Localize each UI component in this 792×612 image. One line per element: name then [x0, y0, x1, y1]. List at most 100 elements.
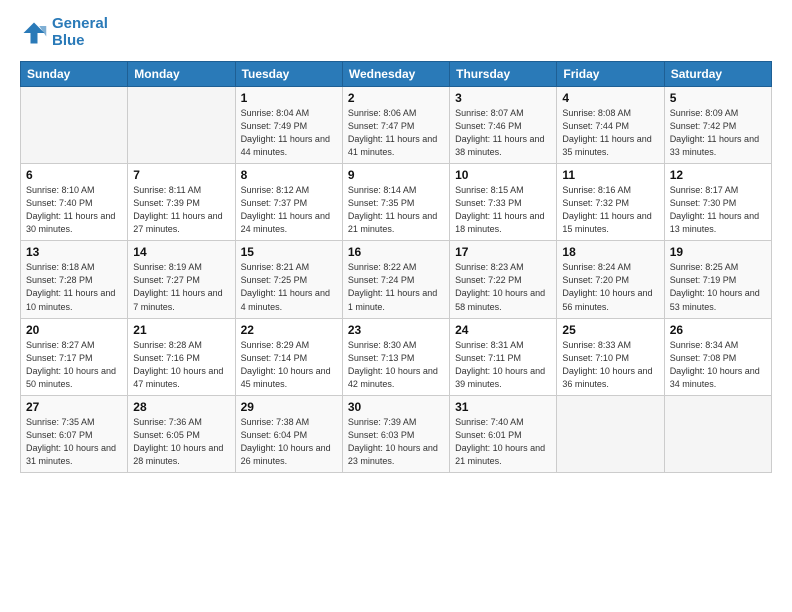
- calendar-cell: 28 Sunrise: 7:36 AM Sunset: 6:05 PM Dayli…: [128, 395, 235, 472]
- day-number: 4: [562, 91, 658, 105]
- calendar-cell: 24Sunrise: 8:31 AM Sunset: 7:11 PM Dayli…: [450, 318, 557, 395]
- day-number: 30: [348, 400, 444, 414]
- generalblue-logo-icon: [20, 19, 48, 47]
- week-row-1: 6 Sunrise: 8:10 AM Sunset: 7:40 PM Daylig…: [21, 164, 772, 241]
- calendar-cell: 15 Sunrise: 8:21 AM Sunset: 7:25 PM Dayli…: [235, 241, 342, 318]
- day-info: Sunrise: 8:21 AM Sunset: 7:25 PM Dayligh…: [241, 261, 337, 313]
- day-info: Sunrise: 8:14 AM Sunset: 7:35 PM Dayligh…: [348, 184, 444, 236]
- calendar-cell: 27 Sunrise: 7:35 AM Sunset: 6:07 PM Dayli…: [21, 395, 128, 472]
- calendar-cell: 2 Sunrise: 8:06 AM Sunset: 7:47 PM Daylig…: [342, 87, 449, 164]
- day-number: 21: [133, 323, 229, 337]
- day-number: 3: [455, 91, 551, 105]
- calendar-cell: [664, 395, 771, 472]
- day-number: 31: [455, 400, 551, 414]
- weekday-header-monday: Monday: [128, 62, 235, 87]
- day-info: Sunrise: 8:16 AM Sunset: 7:32 PM Dayligh…: [562, 184, 658, 236]
- weekday-header-tuesday: Tuesday: [235, 62, 342, 87]
- calendar-cell: 11 Sunrise: 8:16 AM Sunset: 7:32 PM Dayli…: [557, 164, 664, 241]
- calendar-table: SundayMondayTuesdayWednesdayThursdayFrid…: [20, 61, 772, 473]
- day-info: Sunrise: 7:36 AM Sunset: 6:05 PM Dayligh…: [133, 416, 229, 468]
- day-number: 8: [241, 168, 337, 182]
- day-info: Sunrise: 8:25 AM Sunset: 7:19 PM Dayligh…: [670, 261, 766, 313]
- calendar-cell: 20 Sunrise: 8:27 AM Sunset: 7:17 PM Dayli…: [21, 318, 128, 395]
- day-info: Sunrise: 8:28 AM Sunset: 7:16 PM Dayligh…: [133, 339, 229, 391]
- calendar-cell: [21, 87, 128, 164]
- day-info: Sunrise: 8:33 AM Sunset: 7:10 PM Dayligh…: [562, 339, 658, 391]
- day-number: 26: [670, 323, 766, 337]
- day-number: 28: [133, 400, 229, 414]
- calendar-cell: 21 Sunrise: 8:28 AM Sunset: 7:16 PM Dayli…: [128, 318, 235, 395]
- week-row-2: 13 Sunrise: 8:18 AM Sunset: 7:28 PM Dayli…: [21, 241, 772, 318]
- day-number: 16: [348, 245, 444, 259]
- day-number: 15: [241, 245, 337, 259]
- day-number: 29: [241, 400, 337, 414]
- day-number: 2: [348, 91, 444, 105]
- calendar-cell: 16Sunrise: 8:22 AM Sunset: 7:24 PM Dayli…: [342, 241, 449, 318]
- calendar-cell: 14 Sunrise: 8:19 AM Sunset: 7:27 PM Dayli…: [128, 241, 235, 318]
- day-info: Sunrise: 8:30 AM Sunset: 7:13 PM Dayligh…: [348, 339, 444, 391]
- calendar-cell: 19 Sunrise: 8:25 AM Sunset: 7:19 PM Dayli…: [664, 241, 771, 318]
- day-info: Sunrise: 8:06 AM Sunset: 7:47 PM Dayligh…: [348, 107, 444, 159]
- calendar-cell: 5Sunrise: 8:09 AM Sunset: 7:42 PM Daylig…: [664, 87, 771, 164]
- calendar-cell: [557, 395, 664, 472]
- day-number: 22: [241, 323, 337, 337]
- calendar-cell: 1Sunrise: 8:04 AM Sunset: 7:49 PM Daylig…: [235, 87, 342, 164]
- day-info: Sunrise: 8:08 AM Sunset: 7:44 PM Dayligh…: [562, 107, 658, 159]
- day-number: 27: [26, 400, 122, 414]
- day-number: 11: [562, 168, 658, 182]
- weekday-header-wednesday: Wednesday: [342, 62, 449, 87]
- day-number: 7: [133, 168, 229, 182]
- day-number: 10: [455, 168, 551, 182]
- week-row-0: 1Sunrise: 8:04 AM Sunset: 7:49 PM Daylig…: [21, 87, 772, 164]
- day-info: Sunrise: 8:19 AM Sunset: 7:27 PM Dayligh…: [133, 261, 229, 313]
- day-info: Sunrise: 7:39 AM Sunset: 6:03 PM Dayligh…: [348, 416, 444, 468]
- calendar-cell: 3 Sunrise: 8:07 AM Sunset: 7:46 PM Daylig…: [450, 87, 557, 164]
- day-number: 24: [455, 323, 551, 337]
- day-number: 14: [133, 245, 229, 259]
- calendar-cell: 23 Sunrise: 8:30 AM Sunset: 7:13 PM Dayli…: [342, 318, 449, 395]
- calendar-cell: 8 Sunrise: 8:12 AM Sunset: 7:37 PM Daylig…: [235, 164, 342, 241]
- day-info: Sunrise: 8:12 AM Sunset: 7:37 PM Dayligh…: [241, 184, 337, 236]
- calendar-cell: 25Sunrise: 8:33 AM Sunset: 7:10 PM Dayli…: [557, 318, 664, 395]
- weekday-header-row: SundayMondayTuesdayWednesdayThursdayFrid…: [21, 62, 772, 87]
- logo: General Blue: [20, 16, 108, 49]
- day-info: Sunrise: 7:35 AM Sunset: 6:07 PM Dayligh…: [26, 416, 122, 468]
- day-number: 6: [26, 168, 122, 182]
- weekday-header-friday: Friday: [557, 62, 664, 87]
- day-info: Sunrise: 8:18 AM Sunset: 7:28 PM Dayligh…: [26, 261, 122, 313]
- day-number: 20: [26, 323, 122, 337]
- day-info: Sunrise: 8:27 AM Sunset: 7:17 PM Dayligh…: [26, 339, 122, 391]
- week-row-4: 27 Sunrise: 7:35 AM Sunset: 6:07 PM Dayli…: [21, 395, 772, 472]
- day-info: Sunrise: 8:07 AM Sunset: 7:46 PM Dayligh…: [455, 107, 551, 159]
- calendar-cell: [128, 87, 235, 164]
- calendar-cell: 13 Sunrise: 8:18 AM Sunset: 7:28 PM Dayli…: [21, 241, 128, 318]
- day-info: Sunrise: 8:04 AM Sunset: 7:49 PM Dayligh…: [241, 107, 337, 159]
- day-number: 17: [455, 245, 551, 259]
- day-info: Sunrise: 8:34 AM Sunset: 7:08 PM Dayligh…: [670, 339, 766, 391]
- day-number: 23: [348, 323, 444, 337]
- calendar-cell: 9 Sunrise: 8:14 AM Sunset: 7:35 PM Daylig…: [342, 164, 449, 241]
- calendar-cell: 10 Sunrise: 8:15 AM Sunset: 7:33 PM Dayli…: [450, 164, 557, 241]
- day-info: Sunrise: 8:24 AM Sunset: 7:20 PM Dayligh…: [562, 261, 658, 313]
- day-info: Sunrise: 8:17 AM Sunset: 7:30 PM Dayligh…: [670, 184, 766, 236]
- calendar-cell: 31 Sunrise: 7:40 AM Sunset: 6:01 PM Dayli…: [450, 395, 557, 472]
- day-info: Sunrise: 8:15 AM Sunset: 7:33 PM Dayligh…: [455, 184, 551, 236]
- day-number: 18: [562, 245, 658, 259]
- day-info: Sunrise: 8:10 AM Sunset: 7:40 PM Dayligh…: [26, 184, 122, 236]
- calendar-cell: 22Sunrise: 8:29 AM Sunset: 7:14 PM Dayli…: [235, 318, 342, 395]
- calendar-cell: 4 Sunrise: 8:08 AM Sunset: 7:44 PM Daylig…: [557, 87, 664, 164]
- page: General Blue SundayMondayTuesdayWednesda…: [0, 0, 792, 612]
- calendar-cell: 30 Sunrise: 7:39 AM Sunset: 6:03 PM Dayli…: [342, 395, 449, 472]
- day-info: Sunrise: 7:40 AM Sunset: 6:01 PM Dayligh…: [455, 416, 551, 468]
- day-number: 19: [670, 245, 766, 259]
- calendar-cell: 12Sunrise: 8:17 AM Sunset: 7:30 PM Dayli…: [664, 164, 771, 241]
- calendar-cell: 18 Sunrise: 8:24 AM Sunset: 7:20 PM Dayli…: [557, 241, 664, 318]
- calendar-cell: 6 Sunrise: 8:10 AM Sunset: 7:40 PM Daylig…: [21, 164, 128, 241]
- day-number: 13: [26, 245, 122, 259]
- day-info: Sunrise: 8:11 AM Sunset: 7:39 PM Dayligh…: [133, 184, 229, 236]
- day-number: 9: [348, 168, 444, 182]
- day-info: Sunrise: 8:09 AM Sunset: 7:42 PM Dayligh…: [670, 107, 766, 159]
- logo-text: General Blue: [52, 16, 108, 49]
- weekday-header-sunday: Sunday: [21, 62, 128, 87]
- calendar-cell: 7 Sunrise: 8:11 AM Sunset: 7:39 PM Daylig…: [128, 164, 235, 241]
